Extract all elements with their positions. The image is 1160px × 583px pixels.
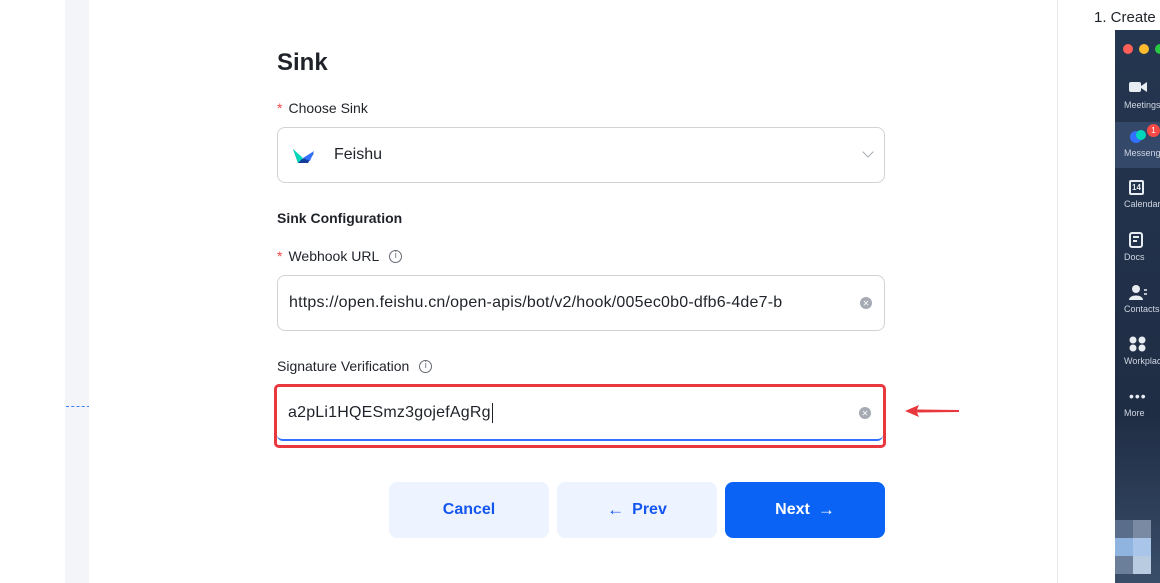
info-icon[interactable]: i bbox=[419, 359, 433, 373]
clear-icon[interactable]: ✕ bbox=[859, 407, 871, 419]
sidebar-item-label: Docs bbox=[1124, 252, 1145, 262]
info-icon[interactable]: i bbox=[389, 249, 403, 263]
annotation-arrow-icon bbox=[905, 405, 959, 417]
choose-sink-label-text: Choose Sink bbox=[288, 100, 368, 116]
close-window-icon[interactable] bbox=[1123, 44, 1133, 54]
sidebar-item-label: Workplace bbox=[1124, 356, 1160, 366]
window-controls bbox=[1123, 44, 1160, 54]
messenger-icon bbox=[1129, 128, 1147, 144]
choose-sink-label: * Choose Sink bbox=[277, 100, 368, 116]
sidebar-item-messenger[interactable]: 1 Messenger bbox=[1115, 122, 1160, 168]
unread-badge: 1 bbox=[1147, 124, 1160, 137]
sidebar-item-docs[interactable]: Docs bbox=[1115, 226, 1160, 272]
sink-configuration-heading: Sink Configuration bbox=[277, 210, 403, 226]
webhook-url-label: * Webhook URL i bbox=[277, 248, 403, 264]
signature-verification-label-text: Signature Verification bbox=[277, 358, 410, 374]
signature-value: a2pLi1HQESmz3gojefAgRg bbox=[288, 403, 493, 423]
pixelated-avatar bbox=[1115, 556, 1133, 574]
cancel-button-label: Cancel bbox=[442, 501, 496, 518]
webhook-url-label-text: Webhook URL bbox=[288, 248, 380, 264]
sidebar-item-contacts[interactable]: Contacts bbox=[1115, 278, 1160, 324]
pixelated-avatar bbox=[1133, 556, 1151, 574]
step-text: 1. Create bbox=[1094, 9, 1156, 26]
cancel-button[interactable]: Cancel bbox=[389, 482, 549, 538]
clear-icon[interactable]: ✕ bbox=[860, 297, 872, 309]
sidebar-item-calendar[interactable]: 14 Calendar bbox=[1115, 174, 1160, 220]
webhook-url-input[interactable]: https://open.feishu.cn/open-apis/bot/v2/… bbox=[277, 275, 885, 331]
dashed-line bbox=[66, 406, 90, 407]
docs-icon bbox=[1129, 232, 1147, 248]
sidebar-item-label: More bbox=[1124, 408, 1145, 418]
selected-sink-value: Feishu bbox=[334, 146, 383, 163]
feishu-app-sidebar: Meetings 1 Messenger 14 Calendar Docs Co… bbox=[1115, 30, 1160, 583]
sidebar-item-label: Messenger bbox=[1124, 148, 1160, 158]
signature-verification-label: Signature Verification i bbox=[277, 358, 433, 374]
next-button-label: Next bbox=[775, 501, 810, 518]
next-button[interactable]: Next → bbox=[725, 482, 885, 538]
pixelated-avatar bbox=[1133, 520, 1151, 538]
sidebar-item-more[interactable]: ••• More bbox=[1115, 382, 1160, 428]
sidebar-item-label: Contacts bbox=[1124, 304, 1160, 314]
prev-button-label: Prev bbox=[632, 501, 667, 518]
webhook-url-value: https://open.feishu.cn/open-apis/bot/v2/… bbox=[289, 294, 783, 311]
workplace-icon bbox=[1129, 336, 1147, 352]
arrow-left-icon: ← bbox=[607, 500, 625, 519]
arrow-right-icon: → bbox=[817, 500, 835, 519]
calendar-icon: 14 bbox=[1129, 180, 1144, 195]
sidebar-item-label: Calendar bbox=[1124, 199, 1160, 209]
signature-verification-input[interactable]: a2pLi1HQESmz3gojefAgRg ✕ bbox=[277, 387, 883, 441]
more-icon: ••• bbox=[1129, 388, 1147, 404]
text-caret bbox=[491, 403, 493, 423]
contacts-icon bbox=[1129, 284, 1147, 300]
sidebar-item-label: Meetings bbox=[1124, 100, 1160, 110]
sidebar-item-workplace[interactable]: Workplace bbox=[1115, 330, 1160, 376]
sidebar-item-meetings[interactable]: Meetings bbox=[1115, 74, 1160, 120]
prev-button[interactable]: ← Prev bbox=[557, 482, 717, 538]
maximize-window-icon[interactable] bbox=[1155, 44, 1160, 54]
required-mark: * bbox=[277, 100, 283, 116]
chevron-down-icon[interactable] bbox=[862, 146, 874, 158]
sink-select[interactable]: Feishu bbox=[277, 127, 885, 183]
video-icon bbox=[1129, 80, 1147, 96]
left-strip bbox=[65, 0, 89, 583]
pixelated-avatar bbox=[1133, 538, 1151, 556]
page-title: Sink bbox=[277, 49, 328, 76]
feishu-logo-icon bbox=[290, 141, 318, 169]
required-mark: * bbox=[277, 248, 283, 264]
left-gutter bbox=[0, 0, 65, 583]
pixelated-avatar bbox=[1115, 538, 1133, 556]
minimize-window-icon[interactable] bbox=[1139, 44, 1149, 54]
pixelated-avatar bbox=[1115, 520, 1133, 538]
